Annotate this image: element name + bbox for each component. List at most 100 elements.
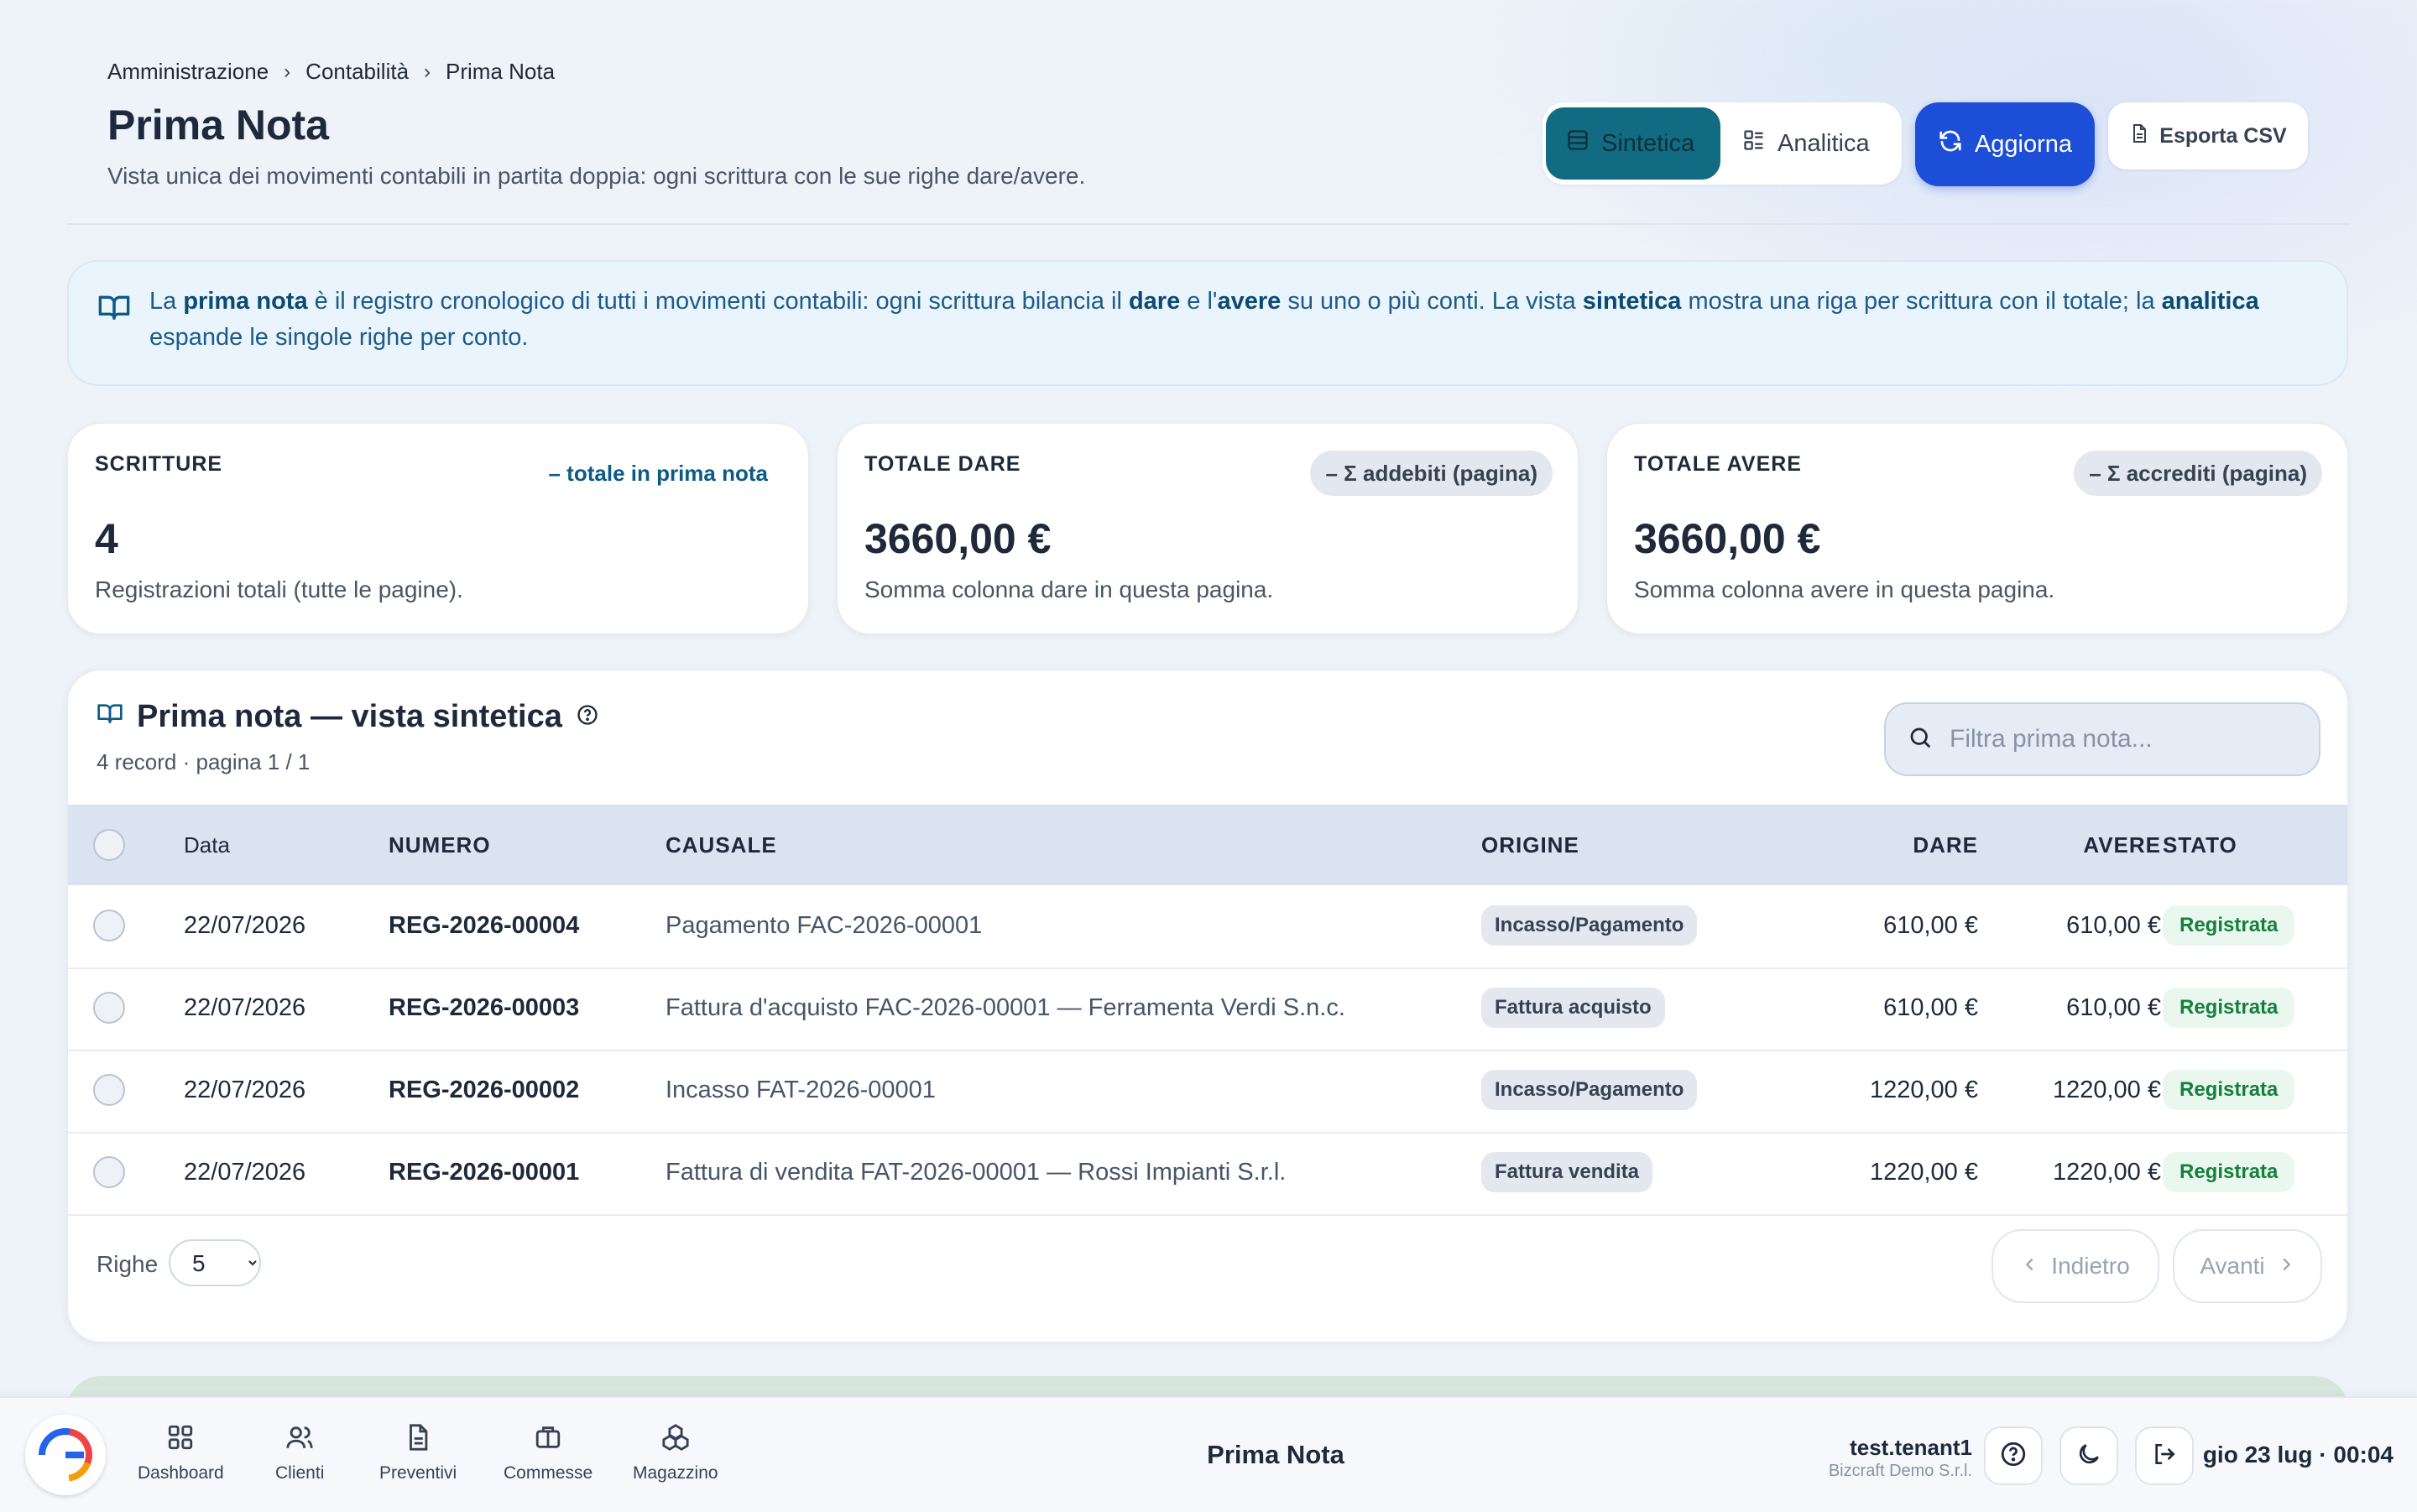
cell-numero: REG-2026-00004 — [389, 911, 580, 939]
help-icon — [1999, 1440, 2028, 1473]
export-csv-button[interactable]: Esporta CSV — [2108, 102, 2308, 169]
moon-icon — [2075, 1441, 2102, 1472]
table-row[interactable]: 22/07/2026 REG-2026-00001 Fattura di ven… — [68, 1132, 2347, 1216]
prev-page-button[interactable]: Indietro — [1992, 1229, 2159, 1303]
cell-avere: 1220,00 € — [2052, 1158, 2161, 1186]
next-page-label: Avanti — [2200, 1253, 2265, 1279]
stat-pill: – Σ addebiti (pagina) — [1310, 451, 1553, 496]
cell-numero: REG-2026-00003 — [389, 993, 580, 1021]
view-sintetica-label: Sintetica — [1601, 129, 1695, 157]
chevron-left-icon — [2021, 1253, 2039, 1280]
stat-label: TOTALE DARE — [864, 452, 1021, 476]
cell-dare: 1220,00 € — [1869, 1158, 1978, 1186]
column-origine[interactable]: ORIGINE — [1481, 805, 1579, 885]
header-divider — [67, 223, 2350, 225]
cell-numero: REG-2026-00001 — [389, 1158, 580, 1186]
status-badge: Registrata — [2163, 988, 2295, 1028]
column-dare[interactable]: DARE — [1797, 805, 1978, 885]
filter-input[interactable] — [1948, 724, 2304, 754]
row-checkbox[interactable] — [93, 885, 125, 966]
cell-avere: 610,00 € — [2066, 911, 2161, 939]
stat-card-totale-dare: TOTALE DARE – Σ addebiti (pagina) 3660,0… — [837, 423, 1579, 634]
search-icon — [1908, 725, 1933, 754]
help-button[interactable] — [1984, 1426, 2043, 1485]
cell-origine: Fattura acquisto — [1481, 967, 1665, 1048]
column-stato[interactable]: STATO — [2163, 805, 2237, 885]
stat-value: 3660,00 € — [864, 515, 1052, 562]
stat-label: TOTALE AVERE — [1634, 452, 1802, 476]
stat-value: 4 — [95, 515, 118, 562]
user-org: Bizcraft Demo S.r.l. — [1828, 1462, 1972, 1480]
next-page-button[interactable]: Avanti — [2173, 1229, 2322, 1303]
cell-stato: Registrata — [2163, 1132, 2295, 1212]
stat-card-totale-avere: TOTALE AVERE – Σ accrediti (pagina) 3660… — [1606, 423, 2348, 634]
stat-pill: – totale in prima nota — [548, 460, 769, 486]
cell-avere: 1220,00 € — [2052, 1076, 2161, 1103]
table-row[interactable]: 22/07/2026 REG-2026-00003 Fattura d'acqu… — [68, 967, 2347, 1051]
table-header: Data NUMERO CAUSALE ORIGINE DARE AVERE S… — [68, 805, 2347, 885]
cell-stato: Registrata — [2163, 885, 2295, 966]
file-icon — [2129, 123, 2149, 149]
chevron-right-icon — [2277, 1253, 2295, 1280]
bottom-bar: Dashboard Clienti Preventivi Commesse Ma… — [0, 1396, 2417, 1512]
view-analitica-label: Analitica — [1778, 129, 1870, 157]
rows-per-page-select[interactable]: 5 — [169, 1239, 261, 1286]
clock: gio 23 lug · 00:04 — [2202, 1442, 2394, 1468]
refresh-icon — [1938, 128, 1963, 160]
row-checkbox[interactable] — [93, 1132, 125, 1212]
user-name: test.tenant1 — [1850, 1435, 1972, 1460]
cell-dare: 1220,00 € — [1869, 1076, 1978, 1103]
cell-causale: Pagamento FAC-2026-00001 — [666, 911, 983, 939]
cell-dare: 610,00 € — [1883, 993, 1978, 1021]
logout-button[interactable] — [2135, 1426, 2194, 1485]
breadcrumb-item-current: Prima Nota — [446, 59, 556, 84]
stat-description: Somma colonna dare in questa pagina. — [864, 576, 1274, 602]
table-row[interactable]: 22/07/2026 REG-2026-00002 Incasso FAT-20… — [68, 1050, 2347, 1134]
row-checkbox[interactable] — [93, 967, 125, 1048]
view-analitica-button[interactable]: Analitica — [1722, 107, 1898, 180]
row-checkbox[interactable] — [93, 1050, 125, 1130]
origin-badge: Fattura acquisto — [1481, 988, 1665, 1028]
stat-label: SCRITTURE — [95, 452, 223, 476]
refresh-label: Aggiorna — [1974, 130, 2073, 158]
cell-data: 22/07/2026 — [184, 911, 306, 939]
chevron-right-icon: › — [284, 60, 291, 83]
cell-causale: Incasso FAT-2026-00001 — [666, 1076, 936, 1103]
column-numero[interactable]: NUMERO — [389, 805, 491, 885]
theme-toggle-button[interactable] — [2059, 1426, 2118, 1485]
status-badge: Registrata — [2163, 1152, 2295, 1192]
column-causale[interactable]: CAUSALE — [666, 805, 777, 885]
column-avere[interactable]: AVERE — [1990, 805, 2161, 885]
status-badge: Registrata — [2163, 1070, 2295, 1110]
export-csv-label: Esporta CSV — [2159, 123, 2287, 148]
cell-origine: Incasso/Pagamento — [1481, 1050, 1698, 1130]
table-icon — [1566, 128, 1590, 159]
origin-badge: Fattura vendita — [1481, 1152, 1653, 1192]
help-icon[interactable] — [576, 699, 599, 735]
chevron-right-icon: › — [424, 60, 431, 83]
page-subtitle: Vista unica dei movimenti contabili in p… — [107, 163, 1086, 189]
book-open-icon — [97, 290, 131, 328]
cell-data: 22/07/2026 — [184, 1076, 306, 1103]
breadcrumb-item-amministrazione[interactable]: Amministrazione — [107, 59, 269, 85]
refresh-button[interactable]: Aggiorna — [1915, 102, 2095, 186]
cell-causale: Fattura d'acquisto FAC-2026-00001 — Ferr… — [666, 993, 1345, 1021]
table-row[interactable]: 22/07/2026 REG-2026-00004 Pagamento FAC-… — [68, 885, 2347, 969]
breadcrumb: Amministrazione › Contabilità › Prima No… — [107, 59, 555, 85]
breadcrumb-item-contabilita[interactable]: Contabilità — [305, 59, 409, 85]
info-text: La prima nota è il registro cronologico … — [149, 288, 2259, 351]
prev-page-label: Indietro — [2051, 1253, 2130, 1279]
panel-title: Prima nota — vista sintetica — [97, 699, 599, 735]
status-badge: Registrata — [2163, 905, 2295, 946]
cell-stato: Registrata — [2163, 967, 2295, 1048]
origin-badge: Incasso/Pagamento — [1481, 1070, 1698, 1110]
book-open-icon — [97, 699, 123, 735]
filter-search — [1884, 702, 2320, 776]
list-detail-icon — [1742, 128, 1766, 159]
cell-numero: REG-2026-00002 — [389, 1076, 580, 1103]
panel-title-text: Prima nota — vista sintetica — [137, 699, 562, 734]
select-all-checkbox[interactable] — [93, 805, 125, 885]
cell-causale: Fattura di vendita FAT-2026-00001 — Ross… — [666, 1158, 1287, 1186]
column-data[interactable]: Data — [184, 805, 230, 885]
view-sintetica-button[interactable]: Sintetica — [1546, 107, 1720, 180]
